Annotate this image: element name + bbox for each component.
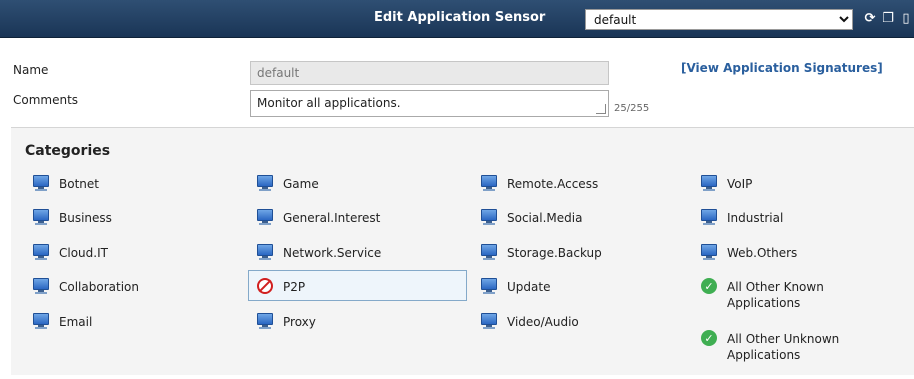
monitor-icon: [701, 209, 717, 225]
monitor-icon: [33, 313, 49, 329]
monitor-icon: [33, 278, 49, 294]
monitor-icon: [701, 244, 717, 260]
category-voip[interactable]: VoIP: [701, 168, 901, 198]
category-all-other-known[interactable]: ✓ All Other Known Applications: [701, 271, 901, 315]
category-label: Network.Service: [283, 246, 382, 260]
category-collaboration[interactable]: Collaboration: [33, 271, 233, 301]
category-label: All Other Known Applications: [727, 280, 824, 310]
category-label: Email: [59, 315, 93, 329]
category-label: Game: [283, 177, 319, 191]
profile-select[interactable]: default: [585, 9, 853, 30]
monitor-icon: [481, 313, 497, 329]
category-all-other-unknown[interactable]: ✓ All Other Unknown Applications: [701, 323, 901, 367]
monitor-icon: [257, 175, 273, 191]
category-web-others[interactable]: Web.Others: [701, 237, 901, 267]
category-remote-access[interactable]: Remote.Access: [481, 168, 681, 198]
monitor-icon: [481, 209, 497, 225]
category-cloud-it[interactable]: Cloud.IT: [33, 237, 233, 267]
view-application-signatures-link[interactable]: [View Application Signatures]: [681, 61, 883, 75]
comments-label: Comments: [13, 93, 79, 107]
category-label: P2P: [283, 280, 306, 294]
category-proxy[interactable]: Proxy: [257, 306, 467, 336]
category-general-interest[interactable]: General.Interest: [257, 202, 467, 232]
refresh-icon[interactable]: ⟳: [862, 10, 878, 26]
monitor-icon: [257, 313, 273, 329]
category-industrial[interactable]: Industrial: [701, 202, 901, 232]
monitor-icon: [701, 175, 717, 191]
category-email[interactable]: Email: [33, 306, 233, 336]
category-label: General.Interest: [283, 211, 381, 225]
category-label: Cloud.IT: [59, 246, 108, 260]
category-label: VoIP: [727, 177, 753, 191]
delete-icon[interactable]: ▯: [898, 10, 914, 26]
dialog-header: Edit Application Sensor default ⟳ ❐ ▯: [0, 0, 914, 38]
name-label: Name: [13, 63, 49, 77]
comments-field[interactable]: Monitor all applications.: [250, 90, 609, 117]
monitor-icon: [33, 209, 49, 225]
category-label: Proxy: [283, 315, 316, 329]
check-icon: ✓: [701, 278, 717, 294]
category-botnet[interactable]: Botnet: [33, 168, 233, 198]
category-label: Storage.Backup: [507, 246, 602, 260]
category-label: Business: [59, 211, 112, 225]
monitor-icon: [481, 278, 497, 294]
categories-title: Categories: [25, 143, 111, 159]
category-social-media[interactable]: Social.Media: [481, 202, 681, 232]
category-label: Update: [507, 280, 551, 294]
category-label: Botnet: [59, 177, 99, 191]
clone-icon[interactable]: ❐: [880, 10, 896, 26]
category-update[interactable]: Update: [481, 271, 681, 301]
monitor-icon: [33, 244, 49, 260]
category-game[interactable]: Game: [257, 168, 467, 198]
category-storage-backup[interactable]: Storage.Backup: [481, 237, 681, 267]
comments-char-count: 25/255: [614, 103, 650, 114]
monitor-icon: [481, 244, 497, 260]
category-label: Collaboration: [59, 280, 139, 294]
comments-text: Monitor all applications.: [257, 96, 401, 110]
monitor-icon: [481, 175, 497, 191]
dialog-title: Edit Application Sensor: [374, 10, 546, 25]
monitor-icon: [33, 175, 49, 191]
category-video-audio[interactable]: Video/Audio: [481, 306, 681, 336]
category-label: All Other Unknown Applications: [727, 332, 840, 362]
category-label: Video/Audio: [507, 315, 579, 329]
monitor-icon: [257, 209, 273, 225]
category-label: Remote.Access: [507, 177, 599, 191]
category-network-service[interactable]: Network.Service: [257, 237, 467, 267]
category-p2p[interactable]: P2P: [248, 270, 467, 301]
category-label: Industrial: [727, 211, 784, 225]
category-business[interactable]: Business: [33, 202, 233, 232]
check-icon: ✓: [701, 330, 717, 346]
category-label: Social.Media: [507, 211, 583, 225]
block-icon: [257, 278, 273, 294]
category-label: Web.Others: [727, 246, 798, 260]
monitor-icon: [257, 244, 273, 260]
name-field[interactable]: default: [250, 61, 609, 85]
resize-grip-icon[interactable]: [596, 104, 606, 114]
